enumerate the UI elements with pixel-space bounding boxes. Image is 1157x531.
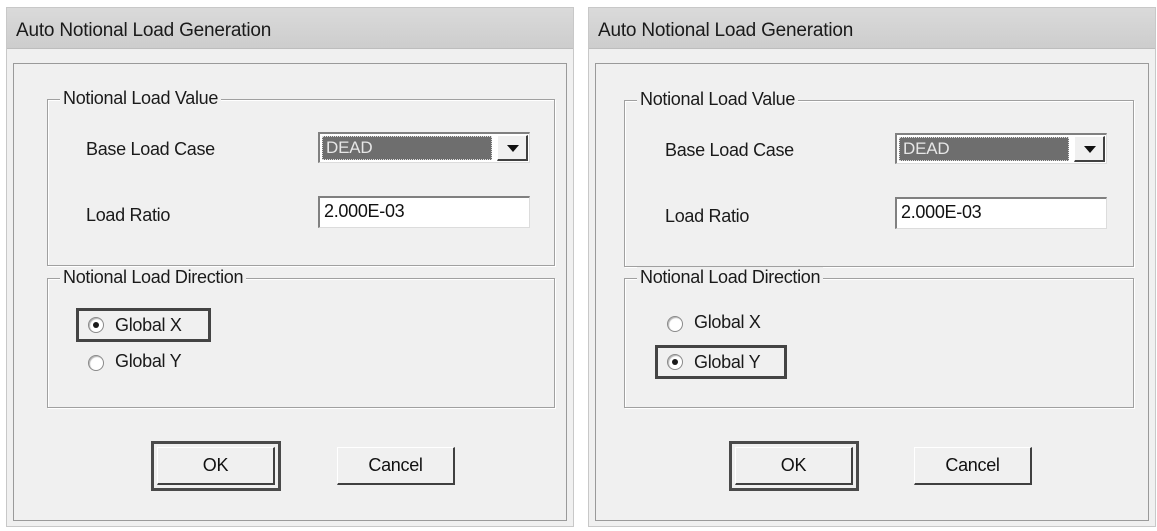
chevron-down-icon (1084, 146, 1096, 153)
ok-button[interactable]: OK (157, 447, 275, 485)
radio-global-x[interactable]: Global X (658, 310, 793, 338)
cancel-button[interactable]: Cancel (337, 447, 455, 485)
notional-load-dialog-global-y: Auto Notional Load Generation Notional L… (588, 7, 1156, 527)
dropdown-button[interactable] (497, 135, 528, 161)
cancel-button[interactable]: Cancel (914, 447, 1032, 485)
radio-label: Global X (115, 315, 182, 335)
radio-global-x[interactable]: Global X (76, 308, 211, 342)
dialog-client-area: Notional Load Value Base Load Case DEAD … (595, 63, 1149, 521)
radio-global-y[interactable]: Global Y (79, 349, 214, 377)
base-load-case-label: Base Load Case (86, 139, 215, 159)
dialog-titlebar[interactable]: Auto Notional Load Generation (7, 8, 573, 49)
group-title: Notional Load Direction (637, 267, 824, 288)
radio-unselected-icon (667, 316, 683, 332)
radio-label: Global Y (115, 351, 182, 371)
load-ratio-label: Load Ratio (665, 206, 750, 226)
base-load-case-dropdown[interactable]: DEAD (318, 132, 530, 163)
ok-button[interactable]: OK (735, 447, 853, 485)
load-ratio-label: Load Ratio (86, 205, 171, 225)
dialog-title: Auto Notional Load Generation (16, 20, 272, 41)
dialog-titlebar[interactable]: Auto Notional Load Generation (589, 8, 1155, 49)
base-load-case-selected-value: DEAD (322, 136, 492, 160)
load-ratio-field[interactable]: 2.000E-03 (318, 196, 530, 228)
radio-unselected-icon (88, 355, 104, 371)
dropdown-button[interactable] (1074, 136, 1105, 162)
radio-selected-icon (88, 317, 104, 333)
chevron-down-icon (507, 145, 519, 152)
radio-global-y[interactable]: Global Y (655, 345, 787, 379)
base-load-case-dropdown[interactable]: DEAD (895, 133, 1107, 164)
notional-load-direction-group: Notional Load Direction Global X Global … (47, 267, 555, 408)
radio-label: Global Y (694, 352, 761, 372)
notional-load-value-group: Notional Load Value Base Load Case DEAD … (47, 88, 555, 266)
radio-label: Global X (694, 312, 761, 332)
group-title: Notional Load Direction (60, 267, 247, 288)
dialog-client-area: Notional Load Value Base Load Case DEAD … (13, 63, 567, 521)
load-ratio-field[interactable]: 2.000E-03 (895, 197, 1107, 229)
base-load-case-label: Base Load Case (665, 140, 794, 160)
radio-selected-icon (667, 354, 683, 370)
base-load-case-selected-value: DEAD (899, 137, 1069, 161)
notional-load-direction-group: Notional Load Direction Global X Global … (624, 267, 1134, 408)
notional-load-value-group: Notional Load Value Base Load Case DEAD … (624, 89, 1134, 267)
dialog-title: Auto Notional Load Generation (598, 20, 854, 41)
notional-load-dialog-global-x: Auto Notional Load Generation Notional L… (6, 7, 574, 527)
group-title: Notional Load Value (637, 89, 799, 110)
group-title: Notional Load Value (60, 88, 222, 109)
